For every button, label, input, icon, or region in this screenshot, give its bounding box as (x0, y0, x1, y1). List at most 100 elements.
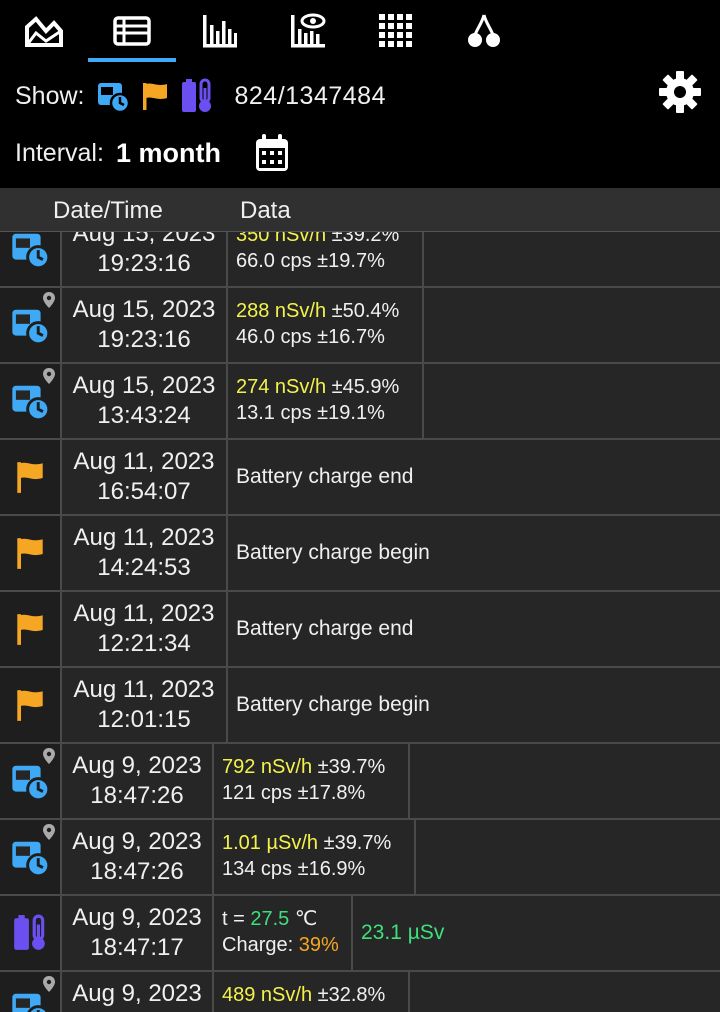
time-text: 14:24:53 (97, 554, 191, 581)
dose-record-icon (0, 972, 62, 1012)
list-item[interactable]: Aug 11, 2023 16:54:07 Battery charge end (0, 440, 720, 516)
dose-rate-error: ±39.7% (312, 756, 386, 778)
count-rate: 134 cps ±16.9% (222, 858, 366, 880)
dose-rate: 1.01 µSv/h (222, 832, 319, 854)
time-text: 12:01:15 (97, 706, 191, 733)
dose-rate: 288 nSv/h (236, 300, 327, 322)
flag-icon (0, 440, 62, 514)
data-cell: 288 nSv/h ±50.4% 46.0 cps ±16.7% (228, 288, 424, 362)
tab-history[interactable] (88, 0, 176, 62)
battery-thermometer-icon[interactable] (178, 77, 216, 115)
settings-gear-icon[interactable] (656, 68, 704, 116)
list-item[interactable]: Aug 9, 2023 489 nSv/h ±32.8% (0, 972, 720, 1012)
dose-rate: 350 nSv/h (236, 232, 327, 246)
date-cell: Aug 11, 2023 12:21:34 (62, 592, 228, 666)
location-pin-icon (43, 368, 55, 384)
temperature-label: t = (222, 908, 251, 930)
time-text: 12:21:34 (97, 630, 191, 657)
date-cell: Aug 9, 2023 (62, 972, 214, 1012)
time-text: 18:47:26 (90, 782, 184, 809)
flag-icon (0, 592, 62, 666)
flag-icon (0, 516, 62, 590)
event-text: Battery charge end (236, 465, 414, 488)
time-text: 19:23:16 (97, 250, 191, 277)
list-item[interactable]: Aug 15, 2023 19:23:16 350 nSv/h ±39.2% 6… (0, 232, 720, 288)
tab-bar (0, 0, 720, 62)
tab-dose-histogram[interactable] (264, 0, 352, 62)
date-cell: Aug 9, 2023 18:47:17 (62, 896, 214, 970)
list-item[interactable]: Aug 15, 2023 19:23:16 288 nSv/h ±50.4% 4… (0, 288, 720, 364)
event-text: Battery charge begin (236, 693, 430, 716)
date-text: Aug 9, 2023 (72, 904, 202, 931)
calendar-icon[interactable] (253, 133, 291, 173)
date-cell: Aug 9, 2023 18:47:26 (62, 820, 214, 894)
date-cell: Aug 11, 2023 14:24:53 (62, 516, 228, 590)
time-text: 18:47:17 (90, 934, 184, 961)
temperature-unit: ℃ (289, 908, 318, 930)
dose-record-icon (0, 744, 62, 818)
data-cell: 1.01 µSv/h ±39.7% 134 cps ±16.9% (214, 820, 416, 894)
dose-rate-error: ±39.2% (326, 232, 400, 246)
tab-spectrum[interactable] (176, 0, 264, 62)
charge-value: 39% (298, 934, 339, 956)
event-text: Battery charge begin (236, 541, 430, 564)
dose-rate: 792 nSv/h (222, 756, 313, 778)
date-text: Aug 15, 2023 (72, 372, 216, 399)
cherries-icon (468, 14, 500, 47)
column-header-datetime[interactable]: Date/Time (53, 197, 163, 225)
dose-rate: 489 nSv/h (222, 984, 313, 1006)
data-cell: 792 nSv/h ±39.7% 121 cps ±17.8% (214, 744, 410, 818)
date-cell: Aug 15, 2023 19:23:16 (62, 288, 228, 362)
list-item[interactable]: Aug 11, 2023 12:01:15 Battery charge beg… (0, 668, 720, 744)
flag-icon[interactable] (136, 77, 174, 115)
dose-record-icon[interactable] (94, 77, 132, 115)
history-list[interactable]: Aug 15, 2023 19:23:16 350 nSv/h ±39.2% 6… (0, 232, 720, 1012)
interval-row: Interval: 1 month (15, 132, 291, 174)
date-text: Aug 9, 2023 (72, 828, 202, 855)
filter-controls: Show: 824/1347484 Interval: 1 month (0, 62, 720, 188)
location-pin-icon (43, 824, 55, 840)
event-text: Battery charge end (236, 617, 414, 640)
list-item[interactable]: Aug 11, 2023 14:24:53 Battery charge beg… (0, 516, 720, 592)
data-cell: 489 nSv/h ±32.8% (214, 972, 410, 1012)
show-filter-row: Show: 824/1347484 (15, 76, 386, 116)
temperature-value: 27.5 (250, 908, 290, 930)
list-item[interactable]: Aug 11, 2023 12:21:34 Battery charge end (0, 592, 720, 668)
tab-grid[interactable] (352, 0, 440, 62)
date-cell: Aug 11, 2023 16:54:07 (62, 440, 228, 514)
date-text: Aug 11, 2023 (73, 448, 215, 475)
date-text: Aug 15, 2023 (72, 232, 216, 247)
time-text: 13:43:24 (97, 402, 191, 429)
list-item[interactable]: Aug 9, 2023 18:47:26 792 nSv/h ±39.7% 12… (0, 744, 720, 820)
dose-rate-error: ±32.8% (312, 984, 386, 1006)
dose-rate-error: ±39.7% (318, 832, 392, 854)
tab-graph[interactable] (0, 0, 88, 62)
charge-label: Charge: (222, 934, 299, 956)
date-text: Aug 11, 2023 (73, 600, 215, 627)
data-cell: 274 nSv/h ±45.9% 13.1 cps ±19.1% (228, 364, 424, 438)
list-item[interactable]: Aug 9, 2023 18:47:26 1.01 µSv/h ±39.7% 1… (0, 820, 720, 896)
date-cell: Aug 15, 2023 13:43:24 (62, 364, 228, 438)
column-header-data[interactable]: Data (240, 197, 291, 225)
record-count: 824/1347484 (234, 81, 386, 110)
show-label: Show: (15, 81, 85, 110)
tab-cherries[interactable] (440, 0, 528, 62)
list-item[interactable]: Aug 15, 2023 13:43:24 274 nSv/h ±45.9% 1… (0, 364, 720, 440)
location-pin-icon (43, 976, 55, 992)
flag-icon (0, 668, 62, 742)
dose-record-icon (0, 364, 62, 438)
list-item[interactable]: Aug 9, 2023 18:47:17 t = 27.5 ℃ Charge: … (0, 896, 720, 972)
count-rate: 46.0 cps ±16.7% (236, 326, 385, 348)
date-cell: Aug 11, 2023 12:01:15 (62, 668, 228, 742)
location-pin-icon (43, 748, 55, 764)
count-rate: 13.1 cps ±19.1% (236, 402, 385, 424)
time-text: 16:54:07 (97, 478, 191, 505)
count-rate: 66.0 cps ±19.7% (236, 250, 385, 272)
location-pin-icon (43, 292, 55, 308)
date-text: Aug 11, 2023 (73, 524, 215, 551)
interval-value[interactable]: 1 month (116, 138, 221, 169)
dose-record-icon (0, 232, 62, 286)
interval-label: Interval: (15, 138, 104, 167)
date-text: Aug 15, 2023 (72, 296, 216, 323)
date-text: Aug 9, 2023 (72, 752, 202, 779)
